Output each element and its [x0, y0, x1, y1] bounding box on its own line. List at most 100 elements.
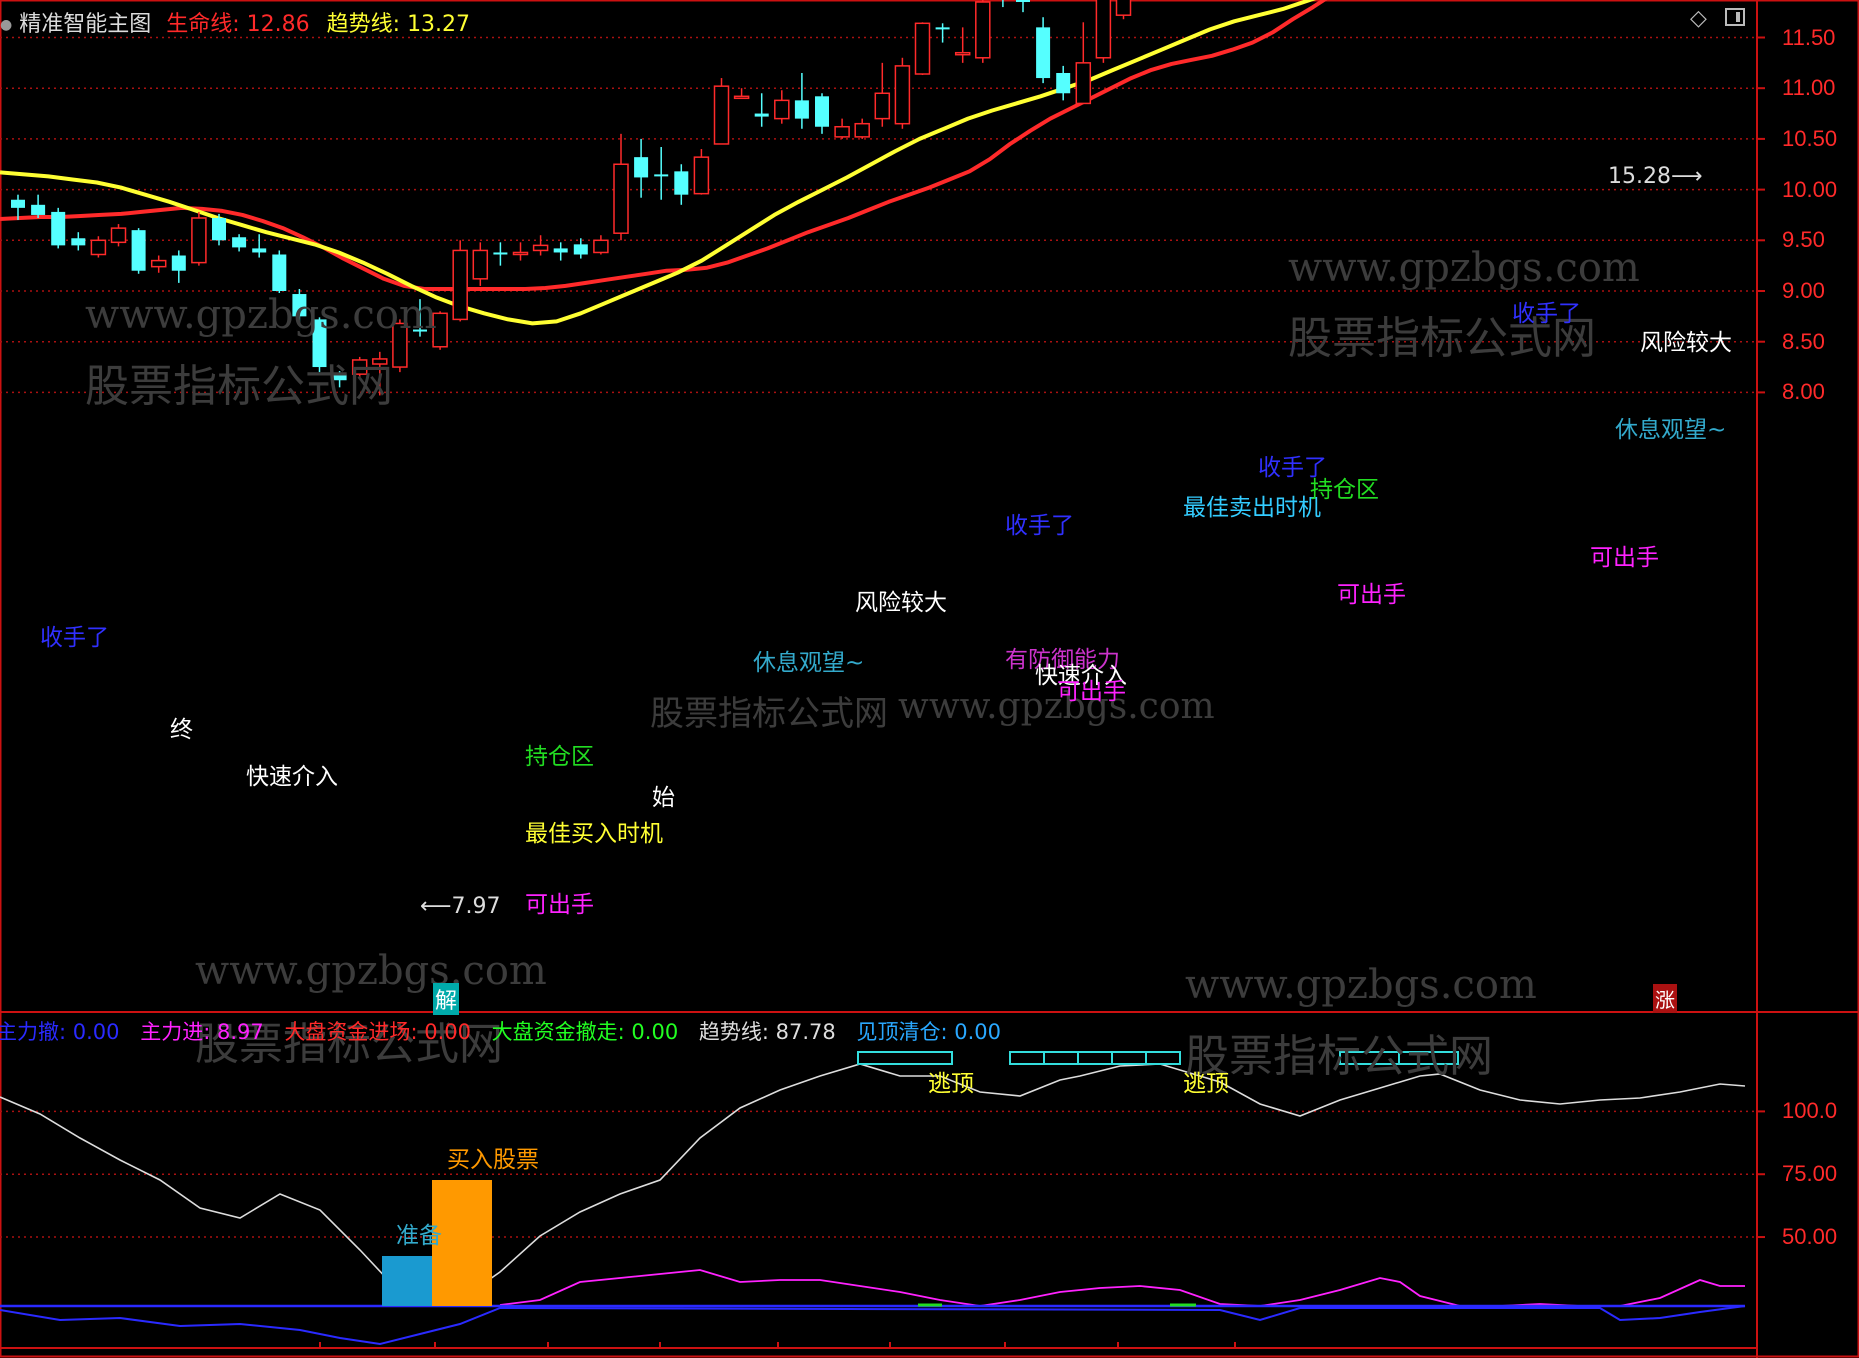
candle-body [713, 85, 730, 145]
candle-body [131, 230, 146, 271]
signal-label: 终 [170, 717, 193, 743]
watermark-url: www.gpzbgs.com [1185, 962, 1537, 1008]
candle-body [573, 244, 588, 255]
signal-label: 可出手 [1057, 679, 1126, 705]
osc-tick-label: 50.00 [1782, 1224, 1838, 1250]
osc-item: 大盘资金进场: 0.00 [284, 1020, 471, 1044]
chart-header: ● 精准智能主图 生命线: 12.86 趋势线: 13.27 [0, 6, 470, 38]
arrow-left-icon: ⟵ [420, 894, 452, 919]
osc-signal-label: 买入股票 [447, 1147, 539, 1173]
chart-canvas[interactable] [0, 0, 1859, 1358]
candle-body [232, 237, 247, 248]
price-tick-label: 9.50 [1782, 227, 1825, 253]
candle-body [754, 113, 769, 117]
life-line-label: 生命线: 12.86 [166, 12, 310, 37]
window-frame [0, 0, 1859, 1358]
life-line-value: 12.86 [246, 12, 310, 37]
price-tick-label: 10.00 [1782, 176, 1838, 202]
candle-body [774, 99, 790, 120]
signal-label: 持仓区 [1310, 477, 1379, 503]
low-price-marker: ⟵7.97 [420, 894, 501, 919]
signal-label: 收手了 [40, 625, 109, 651]
oscillator-trend-line [0, 1063, 1746, 1301]
candle-body [212, 217, 226, 241]
candle-body [693, 156, 710, 195]
candle-body [1075, 62, 1092, 105]
candle-body [1056, 72, 1071, 94]
candle-body [1016, 0, 1030, 3]
signal-label: 持仓区 [525, 744, 594, 770]
price-tick-label: 10.50 [1782, 125, 1838, 151]
signal-label: 可出手 [1590, 545, 1659, 571]
high-price-marker: 15.28⟶ [1608, 164, 1703, 189]
candle-body [31, 204, 46, 215]
osc-item: 大盘资金撤走: 0.00 [491, 1020, 679, 1044]
signal-label: 风险较大 [855, 590, 947, 616]
candle-body [975, 1, 991, 59]
candle-body [854, 122, 870, 138]
osc-signal-label: 逃顶 [1183, 1071, 1229, 1097]
arrow-right-icon: ⟶ [1670, 164, 1703, 189]
signal-label: 最佳卖出时机 [1183, 495, 1321, 521]
candle-body [834, 125, 850, 138]
oscillator-header: 主力撤: 0.00 主力进: 8.97 大盘资金进场: 0.00 大盘资金撤走:… [0, 1016, 1001, 1046]
watermark-name: 股票指标公式网 [1185, 1031, 1493, 1082]
signal-label: 始 [652, 785, 675, 811]
candle-body [1115, 0, 1132, 16]
window-menu-icon[interactable]: ● [0, 17, 12, 33]
watermark-url: www.gpzbgs.com [195, 948, 547, 994]
osc-tick-label: 75.00 [1782, 1161, 1838, 1187]
watermark-name: 股票指标公式网 [650, 694, 888, 734]
candle-body [150, 259, 167, 268]
osc-signal-label: 准备 [396, 1223, 442, 1249]
candle-body [815, 96, 829, 127]
candle-body [493, 252, 508, 255]
candle-body [593, 239, 609, 254]
candle-body [252, 248, 267, 253]
candle-body [1036, 27, 1051, 79]
candle-body [110, 227, 127, 244]
candle-body [954, 51, 971, 56]
stock-chart-window[interactable]: www.gpzbgs.com 股票指标公式网 www.gpzbgs.com 股票… [0, 0, 1859, 1358]
watermark-url: www.gpzbgs.com [1288, 245, 1640, 291]
signal-label: 休息观望~ [753, 650, 865, 676]
badge-jie: 解 [433, 983, 460, 1015]
signal-label: 休息观望~ [1615, 417, 1727, 443]
signal-label: 快速介入 [246, 764, 338, 790]
candle-body [90, 239, 107, 256]
candle-body [191, 217, 207, 264]
candle-body [654, 174, 669, 177]
candle-body [11, 199, 25, 208]
candle-body [272, 254, 287, 291]
price-tick-label: 8.50 [1782, 328, 1825, 354]
price-tick-label: 8.00 [1782, 379, 1825, 405]
candle-body [935, 27, 950, 30]
watermark-url: www.gpzbgs.com [85, 292, 437, 338]
top-warning-box [857, 1051, 953, 1065]
signal-label: 可出手 [1337, 582, 1406, 608]
watermark-name: 股票指标公式网 [85, 361, 393, 412]
candle-body [51, 211, 66, 246]
candle-body [512, 251, 529, 256]
osc-signal-label: 逃顶 [928, 1071, 974, 1097]
candle-body [71, 238, 86, 246]
candle-body [472, 249, 489, 280]
osc-item: 主力撤: 0.00 [0, 1020, 120, 1044]
trend-line-value: 13.27 [407, 12, 471, 37]
candle-body [733, 95, 750, 100]
candle-body [613, 163, 629, 234]
diamond-icon[interactable]: ◇ [1690, 6, 1707, 31]
trend-line-label: 趋势线: 13.27 [326, 12, 471, 37]
badge-zhang: 涨 [1653, 984, 1677, 1013]
price-tick-label: 11.00 [1782, 75, 1836, 101]
candle-body [674, 171, 689, 195]
panel-toggle-icon[interactable] [1725, 8, 1745, 26]
osc-item: 见顶清仓: 0.00 [856, 1020, 1001, 1044]
candle-body [894, 65, 911, 125]
indicator-title: 精准智能主图 [19, 12, 152, 37]
candle-body [634, 157, 649, 178]
signal-label: 收手了 [1512, 301, 1581, 327]
candle-body [794, 100, 809, 119]
top-warning-box [1009, 1051, 1181, 1065]
signal-label: 最佳买入时机 [525, 821, 663, 847]
